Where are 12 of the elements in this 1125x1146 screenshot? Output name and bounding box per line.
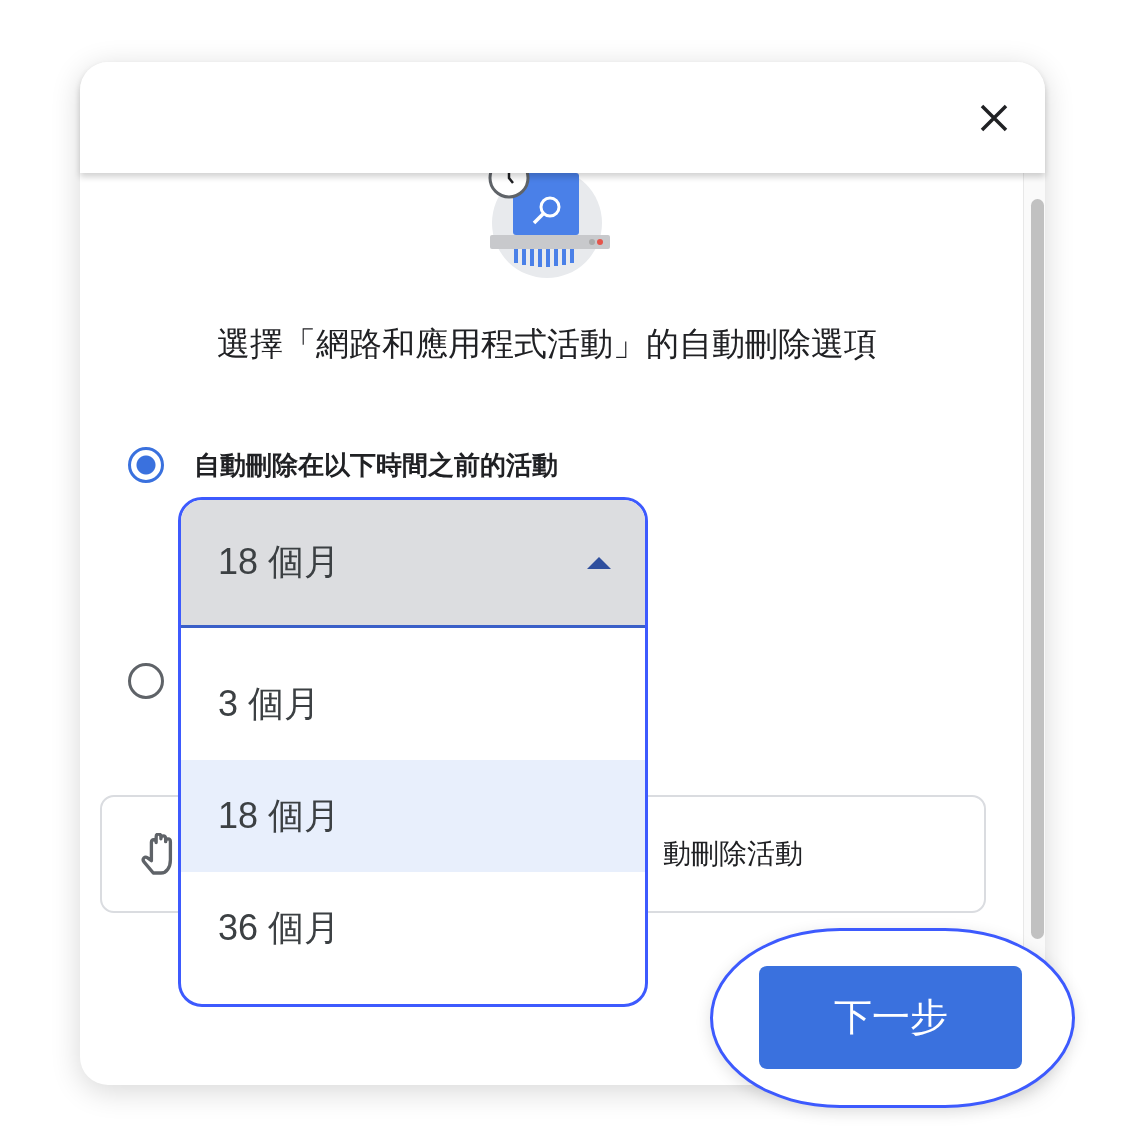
radio-button[interactable] (128, 447, 164, 483)
next-button[interactable]: 下一步 (759, 966, 1022, 1069)
menu-item[interactable]: 3 個月 (181, 648, 645, 760)
dropdown-field[interactable]: 18 個月 (181, 500, 645, 628)
info-text: 動刪除活動 (663, 837, 803, 871)
radio-button[interactable] (128, 663, 164, 699)
menu-item[interactable]: 18 個月 (181, 760, 645, 872)
dialog-title: 選擇「網路和應用程式活動」的自動刪除選項 (215, 324, 878, 364)
menu-item[interactable]: 36 個月 (181, 872, 645, 984)
caret-icon (587, 556, 611, 569)
radio-label: 自動刪除在以下時間之前的活動 (194, 448, 558, 482)
close-icon[interactable] (979, 102, 1009, 133)
